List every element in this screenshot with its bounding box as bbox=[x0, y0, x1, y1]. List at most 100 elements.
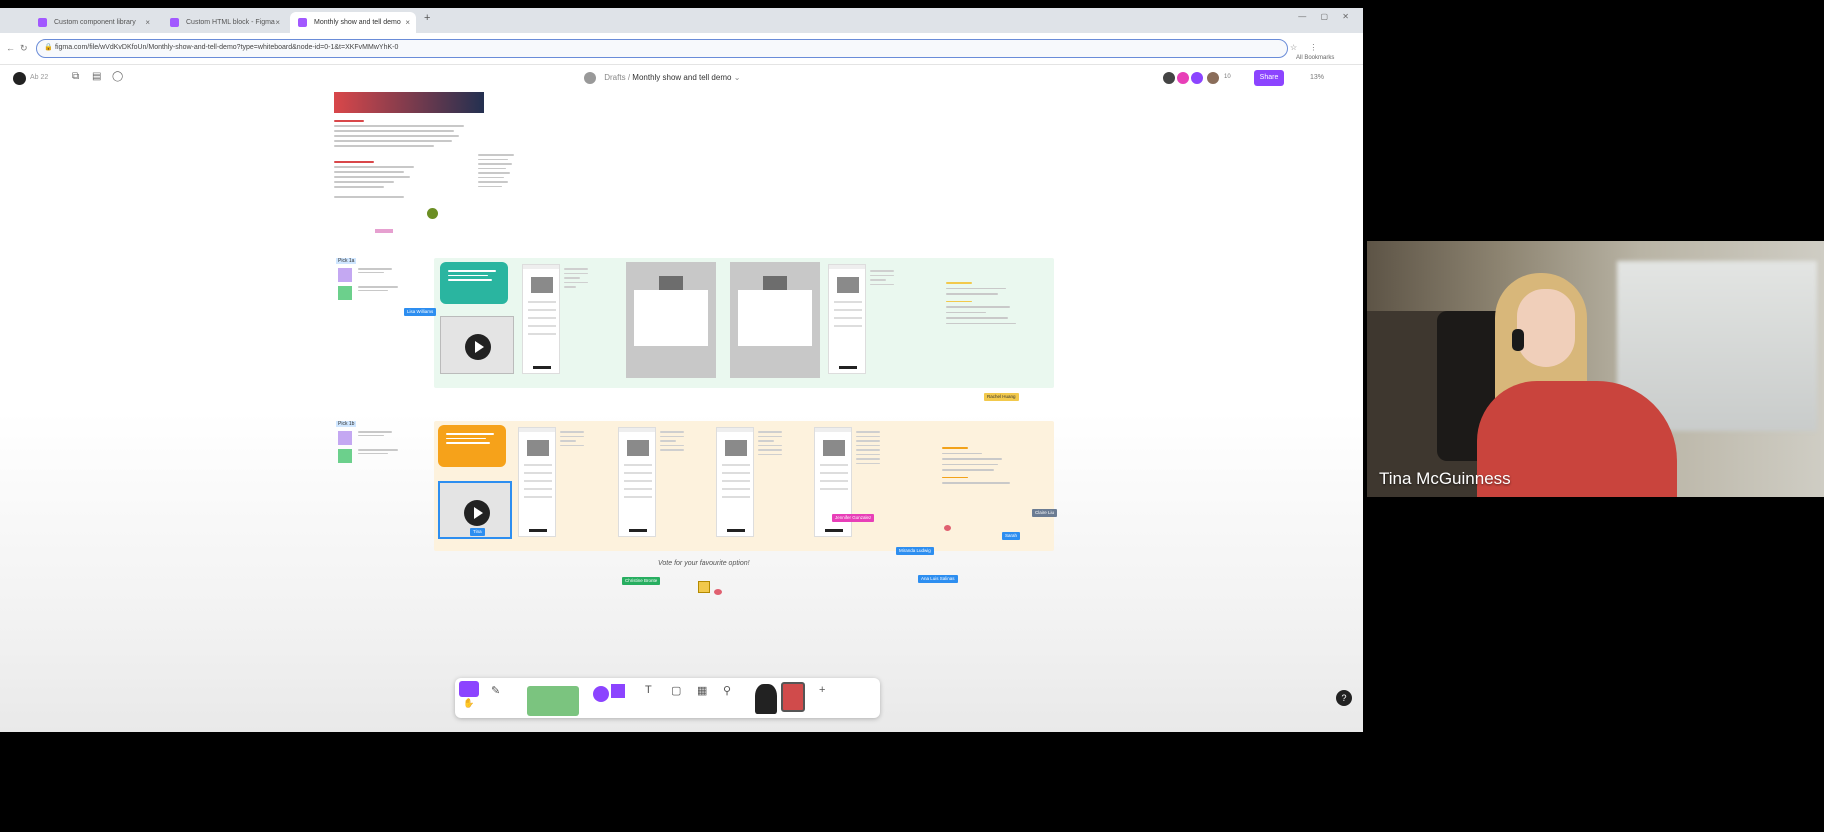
pick-1b-key[interactable]: Pick 1b bbox=[334, 421, 426, 469]
annotation[interactable] bbox=[564, 268, 588, 291]
chevron-down-icon[interactable]: ⌄ bbox=[734, 73, 741, 82]
back-icon[interactable]: ← bbox=[6, 43, 15, 53]
heart-icon[interactable] bbox=[944, 525, 951, 531]
widget-icon[interactable] bbox=[781, 682, 805, 712]
swatch bbox=[338, 286, 352, 300]
avatar[interactable] bbox=[1206, 71, 1220, 85]
url-text: figma.com/file/wVdKvDKfoUn/Monthly-show-… bbox=[55, 44, 399, 51]
cursor-label: Lisa Williams bbox=[404, 308, 437, 316]
figma-zoom-left[interactable]: Ab 22 bbox=[30, 74, 48, 81]
vote-sticker-icon[interactable] bbox=[698, 581, 710, 593]
close-icon[interactable]: × bbox=[405, 12, 410, 33]
section-option-a[interactable] bbox=[434, 258, 1054, 388]
participant-name: Tina McGuinness bbox=[1379, 469, 1511, 488]
figma-favicon-icon bbox=[298, 18, 307, 27]
sticker-widget-icon[interactable] bbox=[755, 684, 777, 714]
browser-tab-bar: Custom component library × Custom HTML b… bbox=[0, 8, 1363, 33]
cursor-label: Christine Bronte bbox=[622, 577, 661, 585]
help-button[interactable]: ? bbox=[1336, 690, 1352, 706]
table-tool-icon[interactable]: ▦ bbox=[697, 684, 707, 697]
vote-prompt[interactable]: Vote for your favourite option! bbox=[658, 560, 750, 567]
mockup-modal[interactable] bbox=[730, 262, 820, 378]
url-bar[interactable]: 🔒 figma.com/file/wVdKvDKfoUn/Monthly-sho… bbox=[36, 39, 1288, 58]
play-icon[interactable] bbox=[464, 500, 490, 526]
mockup-screen[interactable] bbox=[618, 427, 656, 537]
close-icon[interactable]: × bbox=[275, 12, 280, 33]
breadcrumb-root[interactable]: Drafts bbox=[604, 73, 625, 82]
browser-extension-icons[interactable]: ☆ ⋮ bbox=[1290, 43, 1322, 52]
sticky-note[interactable] bbox=[438, 425, 506, 467]
figjam-canvas[interactable]: Pick 1a Pick 1b Vote for your favourite … bbox=[0, 92, 1363, 732]
breadcrumb-separator: / bbox=[627, 73, 631, 83]
figma-favicon-icon bbox=[170, 18, 179, 27]
team-avatar bbox=[584, 72, 596, 84]
hand-tool-icon[interactable]: ✋ bbox=[463, 698, 474, 709]
comment-icon[interactable]: ◯ bbox=[112, 71, 123, 82]
pros-cons-notes[interactable] bbox=[942, 447, 1032, 488]
text-tool-icon[interactable]: T bbox=[645, 684, 652, 696]
pick-label: Pick 1a bbox=[336, 258, 357, 264]
section-option-b[interactable] bbox=[434, 421, 1054, 551]
pros-cons-notes[interactable] bbox=[946, 282, 1036, 328]
sticky-note-tool-icon[interactable] bbox=[527, 686, 579, 716]
browser-tab-1[interactable]: Custom component library × bbox=[30, 12, 156, 33]
annotation[interactable] bbox=[758, 431, 782, 458]
lock-icon: 🔒 bbox=[44, 44, 53, 51]
mockup-screen[interactable] bbox=[828, 264, 866, 374]
pick-1a-key[interactable]: Pick 1a bbox=[334, 258, 426, 306]
cursor-tool-icon[interactable] bbox=[459, 681, 479, 697]
annotation[interactable] bbox=[560, 431, 584, 449]
avatar[interactable] bbox=[1176, 71, 1190, 85]
sticky-note[interactable] bbox=[440, 262, 508, 304]
stamp-tool-icon[interactable]: ⚲ bbox=[723, 684, 731, 697]
new-tab-button[interactable]: + bbox=[424, 12, 430, 24]
avatar-count[interactable]: 10 bbox=[1224, 74, 1231, 80]
layers-icon[interactable]: ⧉ bbox=[72, 71, 79, 82]
zoom-level[interactable]: 13% bbox=[1310, 74, 1324, 81]
address-row: ← ↻ 🔒 figma.com/file/wVdKvDKfoUn/Monthly… bbox=[0, 33, 1363, 65]
headset-icon bbox=[1512, 329, 1524, 351]
annotation[interactable] bbox=[870, 270, 894, 288]
mockup-modal[interactable] bbox=[626, 262, 716, 378]
intro-banner[interactable] bbox=[334, 92, 484, 113]
mockup-screen[interactable] bbox=[716, 427, 754, 537]
all-bookmarks[interactable]: All Bookmarks bbox=[1296, 55, 1334, 61]
browser-tab-2[interactable]: Custom HTML block - Figma × bbox=[162, 12, 286, 33]
cursor-label: Claire Liu bbox=[1032, 509, 1058, 517]
shape-tool-icon[interactable] bbox=[593, 686, 609, 702]
shared-screen: Custom component library × Custom HTML b… bbox=[0, 8, 1363, 732]
figma-menu-icon[interactable] bbox=[13, 72, 26, 85]
swatch bbox=[338, 431, 352, 445]
browser-tab-3-active[interactable]: Monthly show and tell demo × bbox=[290, 12, 416, 33]
play-icon[interactable] bbox=[465, 334, 491, 360]
frame-icon[interactable]: ▤ bbox=[92, 71, 101, 82]
cursor-label: Rachel Huang bbox=[984, 393, 1019, 401]
cursor-label: Miranda Ludwig bbox=[896, 547, 934, 555]
square-shape-icon[interactable] bbox=[611, 684, 625, 698]
video-embed[interactable] bbox=[440, 316, 514, 374]
annotation[interactable] bbox=[856, 431, 880, 467]
sticker-icon[interactable] bbox=[427, 208, 438, 219]
share-button[interactable]: Share bbox=[1254, 70, 1284, 86]
window-controls[interactable]: — ▢ ✕ bbox=[1298, 12, 1355, 21]
file-title[interactable]: Monthly show and tell demo bbox=[632, 73, 731, 82]
mockup-screen[interactable] bbox=[518, 427, 556, 537]
avatar[interactable] bbox=[1190, 71, 1204, 85]
avatar[interactable] bbox=[1162, 71, 1176, 85]
close-icon[interactable]: × bbox=[145, 12, 150, 33]
cursor-label: Sarah bbox=[1002, 532, 1021, 540]
tag-sticker[interactable] bbox=[375, 229, 393, 233]
tab-label: Custom HTML block - Figma bbox=[186, 19, 275, 26]
cursor-label: Jennifer Gonzalez bbox=[832, 514, 875, 522]
reload-icon[interactable]: ↻ bbox=[20, 43, 28, 54]
heart-icon[interactable] bbox=[714, 589, 722, 595]
intro-notes[interactable] bbox=[334, 120, 474, 201]
mockup-screen[interactable] bbox=[522, 264, 560, 374]
intro-diagram[interactable] bbox=[478, 154, 550, 198]
more-tools-icon[interactable]: + bbox=[819, 684, 825, 696]
annotation[interactable] bbox=[660, 431, 684, 454]
marker-tool-icon[interactable]: ✎ bbox=[491, 684, 500, 697]
tab-label: Monthly show and tell demo bbox=[314, 19, 401, 26]
cursor-label: Ana Luis Salinas bbox=[918, 575, 958, 583]
section-tool-icon[interactable]: ▢ bbox=[671, 684, 681, 697]
